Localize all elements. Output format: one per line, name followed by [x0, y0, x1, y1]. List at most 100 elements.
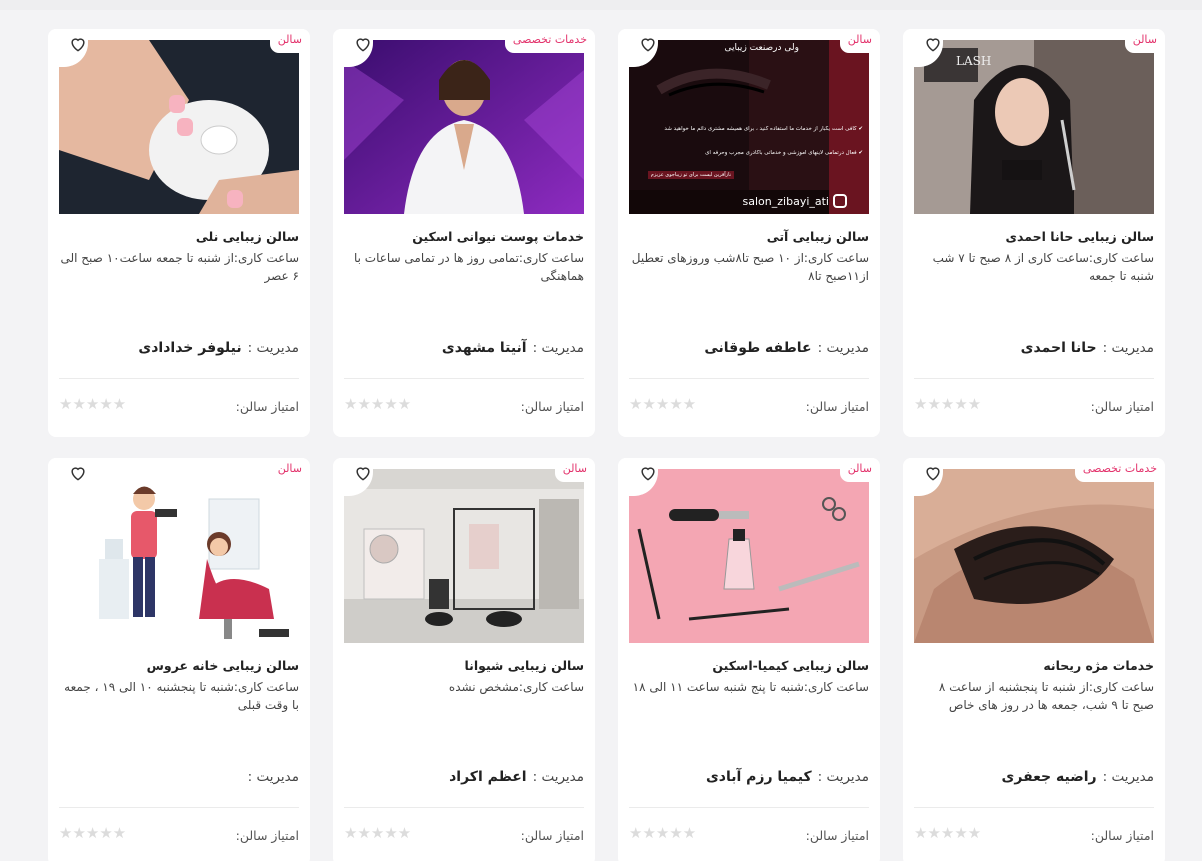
manager-name: کیمیا رزم آبادی — [705, 769, 812, 785]
salon-card[interactable]: LASH سالن سالن زیبایی حانا احمدی ساعت کا… — [903, 29, 1165, 437]
salon-card[interactable]: سالن سالن زیبایی نلی ساعت کاری:از شنبه ت… — [48, 29, 310, 437]
salon-title[interactable]: سالن زیبایی حانا احمدی — [914, 229, 1154, 244]
manager-name: راضیه جعفری — [1001, 769, 1097, 785]
salon-title[interactable]: سالن زیبایی کیمیا-اسکین — [629, 658, 869, 673]
salon-card[interactable]: سالن سالن زیبایی کیمیا-اسکین ساعت کاری:ش… — [618, 458, 880, 861]
working-hours: ساعت کاری:شنبه تا پنجشنبه ۱۰ الی ۱۹ ، جم… — [64, 680, 299, 712]
star-rating[interactable]: ★★★★★ — [344, 824, 411, 842]
salon-title[interactable]: خدمات پوست نیوانی اسکین — [344, 229, 584, 244]
divider — [59, 378, 299, 379]
heart-icon — [356, 467, 370, 481]
rating-label: امتیاز سالن: — [235, 399, 299, 414]
salon-title[interactable]: سالن زیبایی آتی — [629, 229, 869, 244]
working-hours: ساعت کاری:از شنبه تا پنجشنبه از ساعت ۸ ص… — [938, 680, 1154, 712]
divider — [629, 378, 869, 379]
manager-label: مدیریت : — [247, 769, 299, 785]
instagram-icon — [833, 194, 847, 208]
rating-label: امتیاز سالن: — [1090, 828, 1154, 843]
star-rating[interactable]: ★★★★★ — [914, 824, 981, 842]
salon-title[interactable]: سالن زیبایی شیوانا — [344, 658, 584, 673]
rating-label: امتیاز سالن: — [1090, 399, 1154, 414]
rating-label: امتیاز سالن: — [235, 828, 299, 843]
salon-image[interactable] — [59, 469, 299, 643]
manager-name: اعظم اکراد — [449, 769, 527, 785]
heart-icon — [926, 467, 940, 481]
top-bar — [0, 0, 1202, 10]
category-badge: سالن — [1124, 29, 1165, 53]
salon-card[interactable]: خدمات تخصصی خدمات مژه ریحانه ساعت کاری:ا… — [903, 458, 1165, 861]
promo-line: نازآفرین لیست برای تو زیباجوی عزیزم — [647, 171, 734, 179]
category-badge: سالن — [839, 29, 880, 53]
salon-image[interactable] — [59, 40, 299, 214]
salon-card[interactable]: سالن سالن زیبایی شیوانا ساعت کاری:مشخص ن… — [333, 458, 595, 861]
manager-name: آنیتا مشهدی — [441, 340, 527, 356]
category-badge: سالن — [269, 458, 310, 482]
heart-icon — [71, 467, 85, 481]
manager-row: مدیریت : نیلوفر خدادادی — [59, 340, 299, 356]
promo-line: ✔ فعال درتمامی لاینهای آموزشی و خدماتی ب… — [705, 150, 863, 156]
salon-grid: LASH سالن سالن زیبایی حانا احمدی ساعت کا… — [37, 29, 1165, 861]
manager-row: مدیریت : آنیتا مشهدی — [344, 340, 584, 356]
divider — [629, 807, 869, 808]
manager-name: نیلوفر خدادادی — [138, 340, 242, 356]
working-hours: ساعت کاری:تمامی روز ها در تمامی ساعات با… — [353, 251, 584, 283]
salon-title[interactable]: سالن زیبایی خانه عروس — [59, 658, 299, 673]
heart-icon — [356, 38, 370, 52]
salon-title[interactable]: خدمات مژه ریحانه — [914, 658, 1154, 673]
star-rating[interactable]: ★★★★★ — [59, 824, 126, 842]
instagram-handle: salon_zibayi_ati — [742, 194, 829, 208]
manager-label: مدیریت : — [817, 769, 869, 785]
heart-icon — [926, 38, 940, 52]
divider — [914, 378, 1154, 379]
salon-image[interactable] — [344, 40, 584, 214]
manager-label: مدیریت : — [1102, 769, 1154, 785]
logo-text: LASH — [956, 54, 992, 68]
manager-name: عاطفه طوقانی — [704, 340, 812, 356]
salon-image[interactable]: LASH — [914, 40, 1154, 214]
category-badge: سالن — [839, 458, 880, 482]
manager-row: مدیریت : اعظم اکراد — [344, 769, 584, 785]
star-rating[interactable]: ★★★★★ — [59, 395, 126, 413]
salon-card[interactable]: ولی درصنعت زیبایی ✔ کافی است یکبار از خد… — [618, 29, 880, 437]
promo-line: ولی درصنعت زیبایی — [724, 43, 799, 53]
star-rating[interactable]: ★★★★★ — [914, 395, 981, 413]
category-badge: سالن — [554, 458, 595, 482]
category-badge: سالن — [269, 29, 310, 53]
manager-label: مدیریت : — [247, 340, 299, 356]
salon-image[interactable]: ولی درصنعت زیبایی ✔ کافی است یکبار از خد… — [629, 40, 869, 214]
star-rating[interactable]: ★★★★★ — [629, 824, 696, 842]
manager-name: حانا احمدی — [1020, 340, 1097, 356]
star-rating[interactable]: ★★★★★ — [344, 395, 411, 413]
instagram-handle-row: salon_zibayi_ati — [743, 194, 847, 208]
rating-label: امتیاز سالن: — [805, 828, 869, 843]
manager-row: مدیریت : راضیه جعفری — [914, 769, 1154, 785]
salon-image[interactable] — [914, 469, 1154, 643]
manager-label: مدیریت : — [1102, 340, 1154, 356]
manager-row: مدیریت : عاطفه طوقانی — [629, 340, 869, 356]
manager-label: مدیریت : — [532, 340, 584, 356]
heart-icon — [641, 38, 655, 52]
rating-label: امتیاز سالن: — [520, 399, 584, 414]
working-hours: ساعت کاری:مشخص نشده — [448, 680, 584, 694]
salon-image[interactable] — [629, 469, 869, 643]
divider — [59, 807, 299, 808]
category-badge: خدمات تخصصی — [504, 29, 595, 53]
salon-card[interactable]: سالن سالن زیبایی خانه عروس ساعت کاری:شنب… — [48, 458, 310, 861]
heart-icon — [641, 467, 655, 481]
manager-label: مدیریت : — [817, 340, 869, 356]
working-hours: ساعت کاری:شنبه تا پنج شنبه ساعت ۱۱ الی ۱… — [632, 680, 869, 694]
manager-row: مدیریت : حانا احمدی — [914, 340, 1154, 356]
salon-image[interactable] — [344, 469, 584, 643]
heart-icon — [71, 38, 85, 52]
divider — [344, 807, 584, 808]
manager-row: مدیریت : — [59, 769, 299, 785]
divider — [914, 807, 1154, 808]
manager-row: مدیریت : کیمیا رزم آبادی — [629, 769, 869, 785]
salon-card[interactable]: خدمات تخصصی خدمات پوست نیوانی اسکین ساعت… — [333, 29, 595, 437]
category-badge: خدمات تخصصی — [1074, 458, 1165, 482]
divider — [344, 378, 584, 379]
promo-line: ✔ کافی است یکبار از خدمات ما استفاده کنی… — [664, 126, 863, 132]
salon-title[interactable]: سالن زیبایی نلی — [59, 229, 299, 244]
star-rating[interactable]: ★★★★★ — [629, 395, 696, 413]
working-hours: ساعت کاری:از شنبه تا جمعه ساعت۱۰ صبح الی… — [60, 251, 300, 283]
